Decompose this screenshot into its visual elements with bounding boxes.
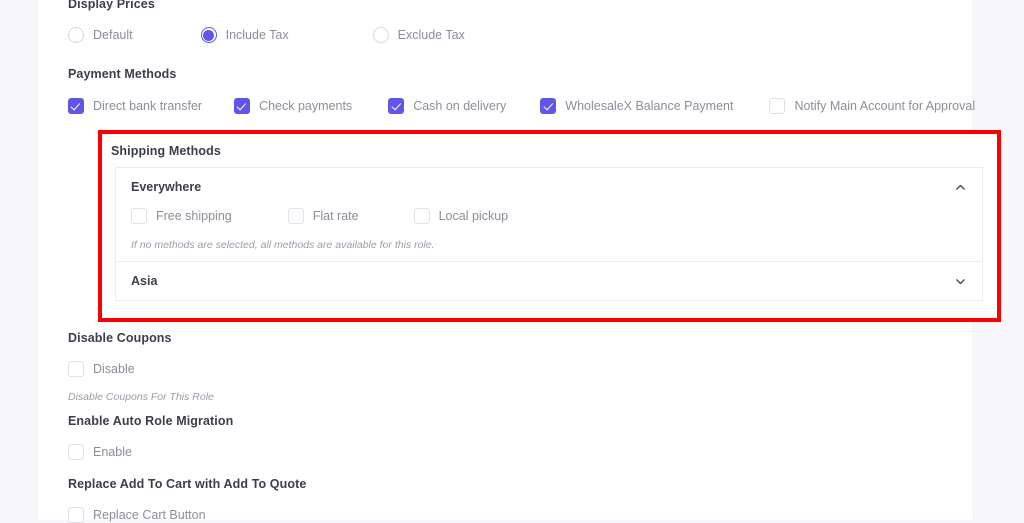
checkbox-label-disable-coupons: Disable (93, 362, 135, 376)
payment-methods-checkbox-group: Direct bank transfer Check payments Cash… (68, 98, 975, 114)
checkbox-wholesalex-balance-payment[interactable] (540, 98, 557, 114)
checkbox-notify-main-account[interactable] (769, 98, 786, 114)
disable-coupons-helper-text: Disable Coupons For This Role (68, 391, 214, 403)
checkbox-enable-auto-role-migration[interactable] (68, 444, 84, 460)
checkbox-option-disable-coupons[interactable]: Disable (68, 361, 214, 377)
display-prices-radio-group: Default Include Tax Exclude Tax (68, 27, 465, 43)
content-panel: Display Prices Default Include Tax Exclu… (38, 0, 1001, 523)
checkbox-option-replace-cart-button[interactable]: Replace Cart Button (68, 507, 306, 523)
replace-cart-title: Replace Add To Cart with Add To Quote (68, 477, 307, 491)
checkbox-option-free-shipping[interactable]: Free shipping (131, 208, 232, 224)
shipping-zone-everywhere-body: Free shipping Flat rate Local pickup If … (116, 206, 982, 261)
payment-methods-title: Payment Methods (68, 67, 177, 81)
checkbox-label-notify-main-account: Notify Main Account for Approval (794, 99, 976, 113)
radio-label-include-tax: Include Tax (225, 28, 289, 42)
checkbox-option-cash-on-delivery[interactable]: Cash on delivery (388, 98, 506, 114)
radio-label-exclude-tax: Exclude Tax (397, 28, 465, 42)
checkbox-option-direct-bank-transfer[interactable]: Direct bank transfer (68, 98, 202, 114)
checkbox-option-wholesalex-balance-payment[interactable]: WholesaleX Balance Payment (540, 98, 733, 114)
auto-role-migration-title: Enable Auto Role Migration (68, 414, 234, 428)
chevron-down-icon[interactable] (954, 275, 967, 288)
checkbox-option-notify-main-account[interactable]: Notify Main Account for Approval (769, 98, 975, 114)
checkbox-label-direct-bank-transfer: Direct bank transfer (93, 99, 203, 113)
radio-exclude-tax[interactable] (372, 27, 389, 43)
shipping-zone-asia-header[interactable]: Asia (116, 262, 982, 300)
shipping-methods-checkbox-group: Free shipping Flat rate Local pickup (131, 206, 967, 224)
shipping-zone-asia-label: Asia (131, 274, 158, 288)
checkbox-option-check-payments[interactable]: Check payments (234, 98, 352, 114)
checkbox-flat-rate[interactable] (287, 208, 304, 224)
radio-default[interactable] (68, 27, 84, 43)
radio-label-default: Default (93, 28, 133, 42)
checkbox-local-pickup[interactable] (413, 208, 430, 224)
display-prices-title: Display Prices (68, 0, 155, 11)
checkbox-label-check-payments: Check payments (259, 99, 353, 113)
payment-methods-section: Payment Methods Direct bank transfer Che… (68, 67, 975, 114)
disable-coupons-section: Disable Coupons Disable Disable Coupons … (68, 331, 214, 403)
display-prices-section: Display Prices Default Include Tax Exclu… (68, 0, 465, 43)
auto-role-migration-section: Enable Auto Role Migration Enable (68, 414, 233, 460)
checkbox-label-local-pickup: Local pickup (438, 209, 509, 223)
shipping-zone-everywhere-header[interactable]: Everywhere (116, 168, 982, 206)
checkbox-cash-on-delivery[interactable] (388, 98, 405, 114)
checkbox-disable-coupons[interactable] (68, 361, 84, 377)
radio-option-exclude-tax[interactable]: Exclude Tax (372, 27, 465, 43)
checkbox-label-wholesalex-balance-payment: WholesaleX Balance Payment (565, 99, 734, 113)
shipping-methods-highlight: Shipping Methods Everywhere Free shippin… (98, 130, 1001, 322)
shipping-zones-accordion: Everywhere Free shipping Flat rate Local… (115, 167, 983, 301)
checkbox-label-free-shipping: Free shipping (156, 209, 232, 223)
shipping-zone-everywhere: Everywhere Free shipping Flat rate Local… (115, 167, 983, 262)
shipping-methods-helper-text: If no methods are selected, all methods … (131, 239, 435, 251)
replace-cart-section: Replace Add To Cart with Add To Quote Re… (68, 477, 306, 523)
checkbox-option-local-pickup[interactable]: Local pickup (413, 208, 509, 224)
shipping-methods-title: Shipping Methods (111, 144, 221, 158)
checkbox-option-flat-rate[interactable]: Flat rate (287, 208, 359, 224)
shipping-zone-asia: Asia (115, 262, 983, 301)
checkbox-label-enable-auto-role-migration: Enable (93, 445, 132, 459)
disable-coupons-title: Disable Coupons (68, 331, 172, 345)
radio-option-default[interactable]: Default (68, 27, 133, 43)
shipping-zone-everywhere-label: Everywhere (131, 180, 202, 194)
checkbox-direct-bank-transfer[interactable] (68, 98, 84, 114)
checkbox-option-enable-auto-role-migration[interactable]: Enable (68, 444, 233, 460)
chevron-up-icon[interactable] (954, 181, 967, 194)
checkbox-free-shipping[interactable] (131, 208, 147, 224)
checkbox-check-payments[interactable] (234, 98, 251, 114)
radio-option-include-tax[interactable]: Include Tax (200, 27, 289, 43)
settings-page: Display Prices Default Include Tax Exclu… (0, 0, 1024, 523)
checkbox-replace-cart-button[interactable] (68, 507, 84, 523)
radio-include-tax[interactable] (200, 27, 217, 43)
checkbox-label-cash-on-delivery: Cash on delivery (413, 99, 507, 113)
checkbox-label-flat-rate: Flat rate (312, 209, 359, 223)
